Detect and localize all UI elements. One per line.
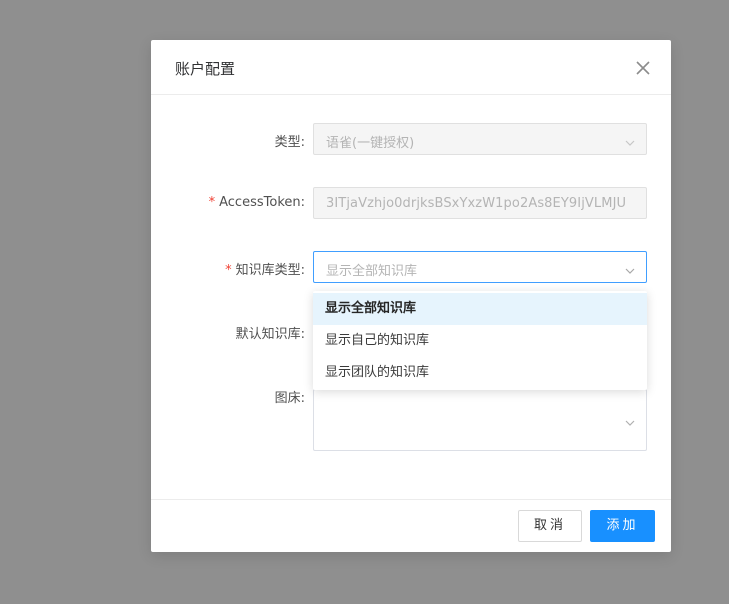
add-button[interactable]: 添加 [590, 510, 655, 542]
type-select-value: 语雀(一键授权) [326, 136, 415, 151]
dropdown-option-mine[interactable]: 显示自己的知识库 [313, 325, 647, 357]
kb-type-label: * 知识库类型: [225, 263, 305, 278]
type-select: 语雀(一键授权) [313, 123, 647, 155]
close-icon[interactable] [633, 58, 653, 78]
image-bed-select[interactable] [313, 389, 647, 451]
default-kb-label: 默认知识库: [235, 327, 305, 342]
dropdown-option-all[interactable]: 显示全部知识库 [313, 293, 647, 325]
access-token-label: * AccessToken: [208, 195, 305, 210]
image-bed-label: 图床: [274, 391, 305, 406]
dropdown-option-team[interactable]: 显示团队的知识库 [313, 357, 647, 389]
account-config-dialog: 账户配置 类型: 语雀(一键授权) * AccessToken: 3ITjaVzh… [151, 40, 671, 552]
required-mark: * [208, 195, 216, 210]
required-mark: * [225, 263, 232, 278]
type-label: 类型: [274, 135, 305, 150]
kb-type-placeholder: 显示全部知识库 [326, 264, 418, 279]
dialog-footer: 取消 添加 [151, 499, 671, 552]
dialog-header: 账户配置 [151, 40, 671, 95]
dialog-title: 账户配置 [175, 60, 236, 78]
chevron-down-icon [624, 414, 636, 426]
kb-type-dropdown: 显示全部知识库 显示自己的知识库 显示团队的知识库 [313, 291, 647, 390]
chevron-down-icon [624, 134, 636, 146]
access-token-field: 3ITjaVzhjo0drjksBSxYxzW1po2As8EY9IjVLMJU [313, 187, 647, 219]
chevron-down-icon [624, 262, 636, 274]
kb-type-select[interactable]: 显示全部知识库 [313, 251, 647, 283]
cancel-button[interactable]: 取消 [518, 510, 582, 542]
access-token-value: 3ITjaVzhjo0drjksBSxYxzW1po2As8EY9IjVLMJU [326, 196, 627, 211]
